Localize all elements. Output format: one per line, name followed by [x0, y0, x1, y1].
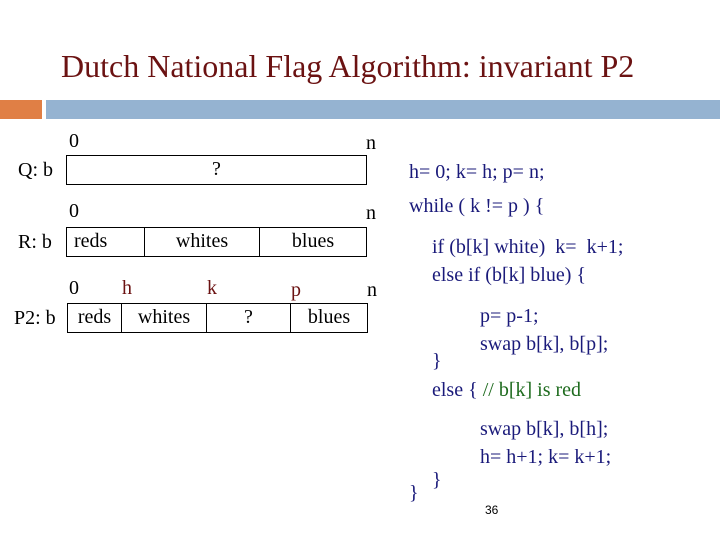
code-line-close-else: } — [432, 469, 442, 491]
q-cell-unknown: ? — [212, 158, 221, 180]
code-line-else-red: else { // b[k] is red — [432, 379, 581, 401]
q-label: Q: b — [18, 159, 53, 181]
r-cell-reds: reds — [67, 228, 145, 256]
slide-title: Dutch National Flag Algorithm: invariant… — [61, 48, 635, 84]
code-line-decrement-p: p= p-1; — [480, 305, 539, 327]
r-label: R: b — [18, 231, 52, 253]
r-cell-blues: blues — [291, 230, 335, 252]
code-line-close-while: } — [409, 482, 419, 504]
accent-bar-orange — [0, 100, 42, 119]
r-array-box: reds whites blues — [66, 227, 367, 257]
code-line-if-white: if (b[k] white) k= k+1; — [432, 236, 624, 258]
p2-cell-blues: blues — [307, 306, 351, 328]
q-array-box: ? — [66, 155, 367, 185]
p2-cell-unknown: ? — [207, 304, 291, 332]
code-comment: // b[k] is red — [482, 379, 582, 401]
p2-p-marker: p — [291, 279, 301, 301]
p2-cell-whites: whites — [122, 304, 207, 332]
r-cell-whites: whites — [145, 228, 260, 256]
p2-label: P2: b — [14, 307, 56, 329]
code-else-keyword: else { — [432, 379, 483, 401]
r-start-index: 0 — [69, 200, 79, 222]
p2-k-marker: k — [207, 277, 217, 299]
p2-array-box: reds whites ? blues — [67, 303, 368, 333]
code-line-init: h= 0; k= h; p= n; — [409, 161, 545, 183]
code-line-close-blue: } — [432, 350, 442, 372]
q-start-index: 0 — [69, 130, 79, 152]
p2-h-marker: h — [122, 277, 132, 299]
accent-bar-blue — [46, 100, 720, 119]
q-end-index: n — [366, 132, 376, 154]
code-line-swap-kh: swap b[k], b[h]; — [480, 418, 609, 440]
p2-end-index: n — [367, 279, 377, 301]
code-line-while: while ( k != p ) { — [409, 195, 545, 217]
r-end-index: n — [366, 202, 376, 224]
page-number: 36 — [485, 503, 499, 517]
p2-cell-reds: reds — [68, 304, 122, 332]
code-line-increment: h= h+1; k= k+1; — [480, 446, 612, 468]
p2-start-index: 0 — [69, 277, 79, 299]
code-line-else-if-blue: else if (b[k] blue) { — [432, 264, 586, 286]
code-line-swap-kp: swap b[k], b[p]; — [480, 333, 609, 355]
